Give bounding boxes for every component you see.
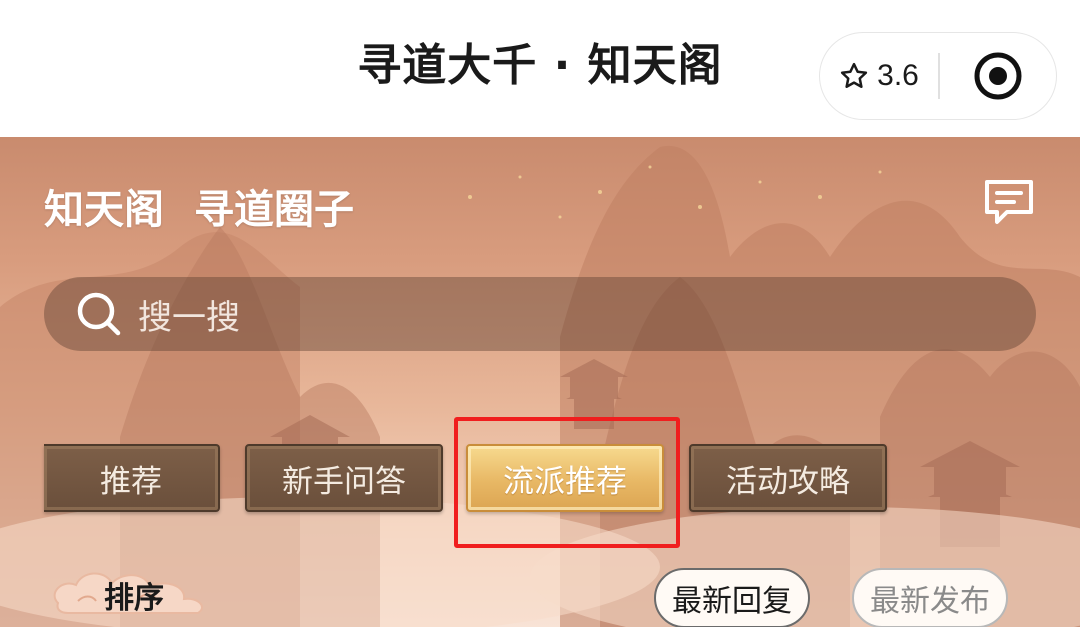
search-placeholder: 搜一搜	[138, 297, 240, 338]
search-input[interactable]: 搜一搜	[44, 277, 1036, 351]
star-outline-icon	[841, 62, 868, 88]
title-bar: 寻道大千 · 知天阁 3.6	[0, 0, 1080, 137]
banner-title-secondary: 寻道圈子	[194, 187, 354, 233]
hero-banner: 知天阁 寻道圈子 搜一搜 推荐 新手问答 流派推荐 活动攻略 排序 最新回复 最…	[0, 137, 1080, 627]
rating-value: 3.6	[877, 59, 919, 92]
banner-title-primary: 知天阁	[44, 187, 164, 233]
tab-recommend[interactable]: 推荐	[44, 444, 220, 512]
sort-label: 排序	[104, 581, 164, 616]
menu-capsule: 3.6	[819, 32, 1057, 120]
banner-title: 知天阁 寻道圈子	[44, 177, 354, 235]
message-button[interactable]	[982, 177, 1036, 227]
sort-latest-reply-button[interactable]: 最新回复	[654, 568, 810, 627]
message-bubble-icon	[985, 180, 1033, 224]
search-icon	[77, 292, 121, 336]
close-miniapp-button[interactable]	[940, 33, 1057, 119]
tab-beginner-qa[interactable]: 新手问答	[245, 444, 443, 512]
target-circle-icon	[974, 52, 1022, 100]
rating-button[interactable]: 3.6	[820, 33, 938, 119]
sort-latest-post-button[interactable]: 最新发布	[852, 568, 1008, 627]
tab-event-guide[interactable]: 活动攻略	[689, 444, 887, 512]
highlight-box	[454, 417, 680, 548]
